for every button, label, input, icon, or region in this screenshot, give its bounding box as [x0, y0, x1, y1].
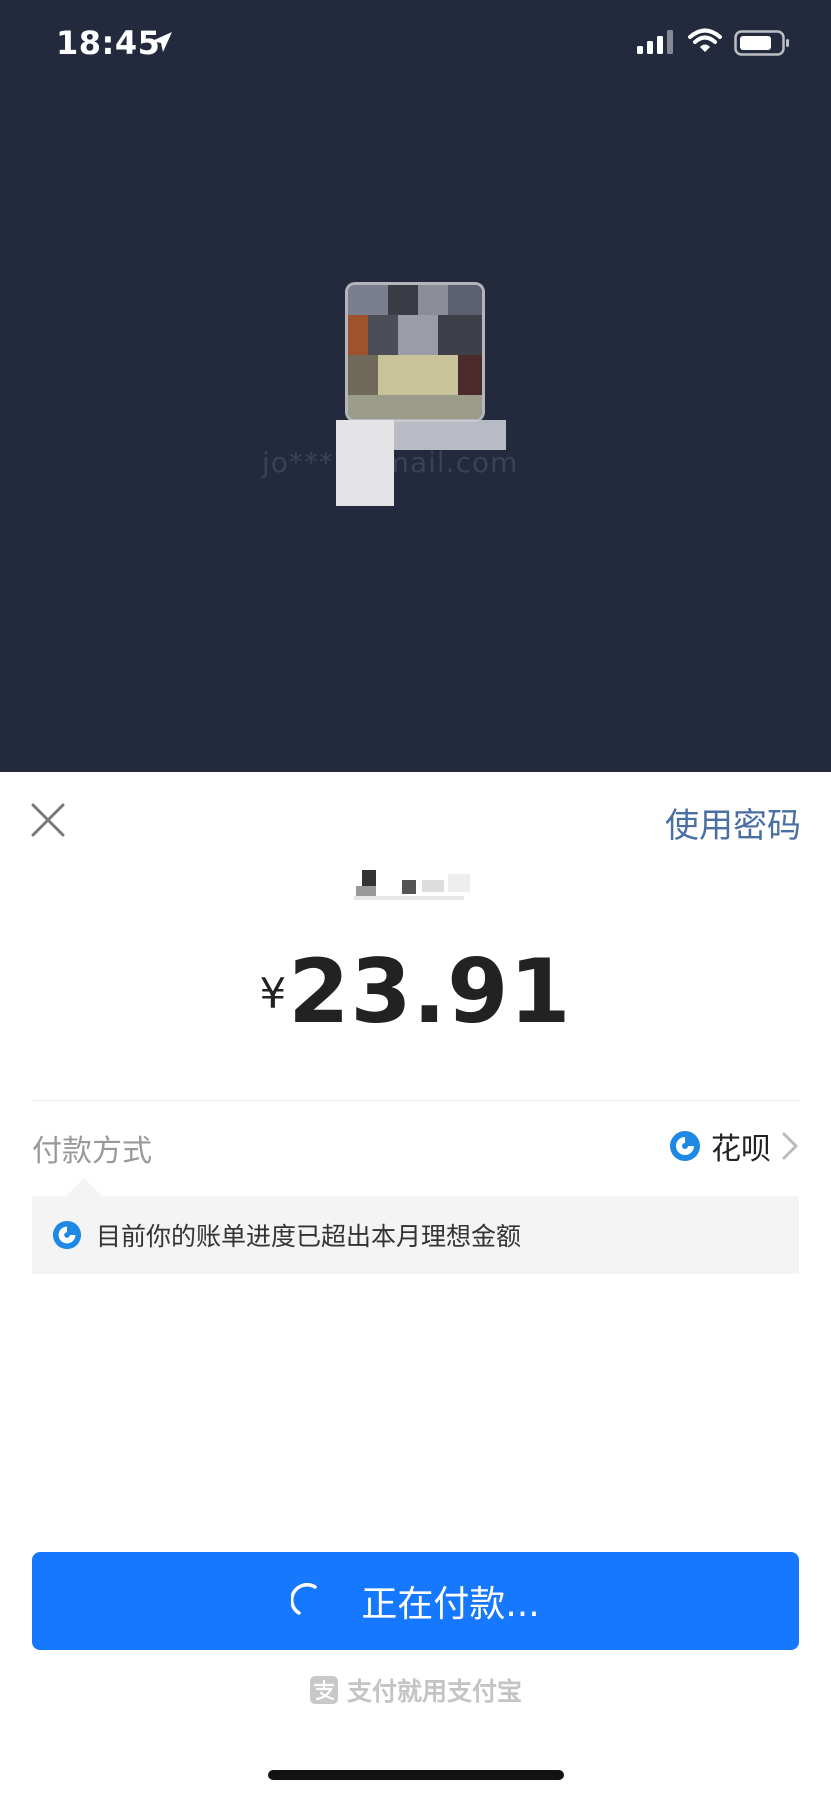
notice-text: 目前你的账单进度已超出本月理想金额: [96, 1222, 522, 1251]
location-arrow-icon: [152, 32, 172, 52]
cellular-signal-icon: [637, 30, 673, 54]
wifi-icon: [688, 28, 722, 52]
close-icon[interactable]: [30, 802, 66, 838]
pay-button[interactable]: 正在付款...: [32, 1552, 799, 1650]
pay-method-value: 花呗: [711, 1132, 771, 1167]
user-avatar-pixelated: [345, 282, 485, 422]
use-password-link[interactable]: 使用密码: [665, 798, 801, 847]
merchant-name-pixelated: [354, 870, 470, 900]
notice-banner: 目前你的账单进度已超出本月理想金额: [32, 1196, 799, 1274]
footer-text: 支付就用支付宝: [346, 1677, 522, 1706]
pay-button-label: 正在付款...: [361, 1584, 540, 1625]
pay-method-label: 付款方式: [32, 1134, 152, 1169]
footer-slogan: 支付就用支付宝: [0, 1672, 831, 1708]
redaction-block: [336, 420, 394, 506]
divider: [32, 1100, 799, 1101]
huabei-icon: [52, 1220, 82, 1250]
huabei-icon: [670, 1131, 700, 1161]
chevron-right-icon: [782, 1132, 799, 1160]
redaction-block: [394, 420, 506, 450]
face-verification-area: 18:45 jo***@gmail.com: [0, 0, 831, 772]
notice-pointer: [66, 1178, 102, 1196]
battery-icon: [734, 30, 789, 56]
currency-symbol: ¥: [259, 969, 287, 1018]
pay-method-selector[interactable]: 花呗: [669, 1124, 799, 1168]
home-indicator[interactable]: [268, 1770, 564, 1780]
amount-value: 23.91: [288, 940, 572, 1043]
alipay-logo-icon: [309, 1676, 338, 1704]
loading-spinner-icon: [291, 1583, 318, 1615]
status-time: 18:45: [56, 24, 161, 62]
payment-amount: ¥23.91: [0, 940, 831, 1043]
